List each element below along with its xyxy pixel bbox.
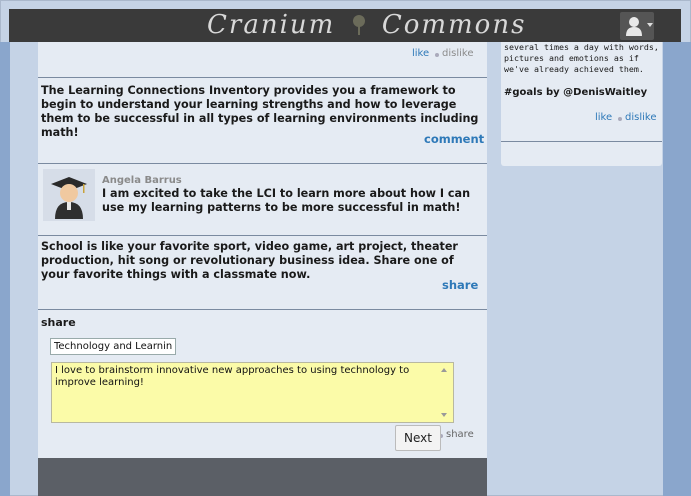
top-bar: Cranium Commons: [9, 9, 681, 42]
like-link[interactable]: like: [412, 48, 429, 59]
divider: [38, 309, 487, 310]
quote-text: several times a day with words, pictures…: [504, 42, 659, 74]
comment-text: I am excited to take the LCI to learn mo…: [102, 187, 471, 214]
chevron-down-icon: [647, 23, 653, 27]
user-menu-button[interactable]: [620, 12, 654, 40]
share-link[interactable]: share: [442, 278, 478, 292]
dislike-link[interactable]: dislike: [442, 48, 473, 59]
right-panel: several times a day with words, pictures…: [501, 42, 662, 166]
post-text: The Learning Connections Inventory provi…: [41, 84, 479, 139]
share-body-textarea[interactable]: I love to brainstorm innovative new appr…: [51, 362, 454, 423]
separator-dot: [435, 53, 439, 57]
divider: [38, 235, 487, 236]
dislike-link[interactable]: dislike: [625, 112, 656, 123]
quote-tag: #goals by @DenisWaitley: [504, 87, 648, 98]
share-title-input[interactable]: [50, 338, 176, 355]
tree-icon: [352, 15, 365, 35]
app-logo[interactable]: Cranium Commons: [207, 9, 526, 42]
divider: [501, 141, 662, 142]
divider: [38, 77, 487, 78]
divider: [38, 163, 487, 164]
separator-dot: [618, 117, 622, 121]
comment-link[interactable]: comment: [424, 132, 484, 146]
next-button[interactable]: Next: [395, 425, 441, 451]
user-avatar-icon: [626, 17, 642, 36]
scroll-down-icon[interactable]: [441, 413, 447, 417]
comment-author[interactable]: Angela Barrus: [102, 175, 182, 186]
share-submit-link[interactable]: share: [446, 429, 474, 440]
avatar[interactable]: [43, 169, 95, 221]
right-border: [663, 42, 691, 496]
left-border: [0, 42, 10, 496]
logo-word-cranium: Cranium: [207, 10, 336, 40]
like-link[interactable]: like: [595, 112, 612, 123]
post-text: School is like your favorite sport, vide…: [41, 240, 458, 281]
scroll-up-icon[interactable]: [441, 368, 447, 372]
graduate-avatar-icon: [51, 177, 87, 219]
logo-word-commons: Commons: [381, 10, 527, 40]
share-form-heading: share: [41, 316, 76, 329]
footer-bar: [38, 458, 487, 496]
